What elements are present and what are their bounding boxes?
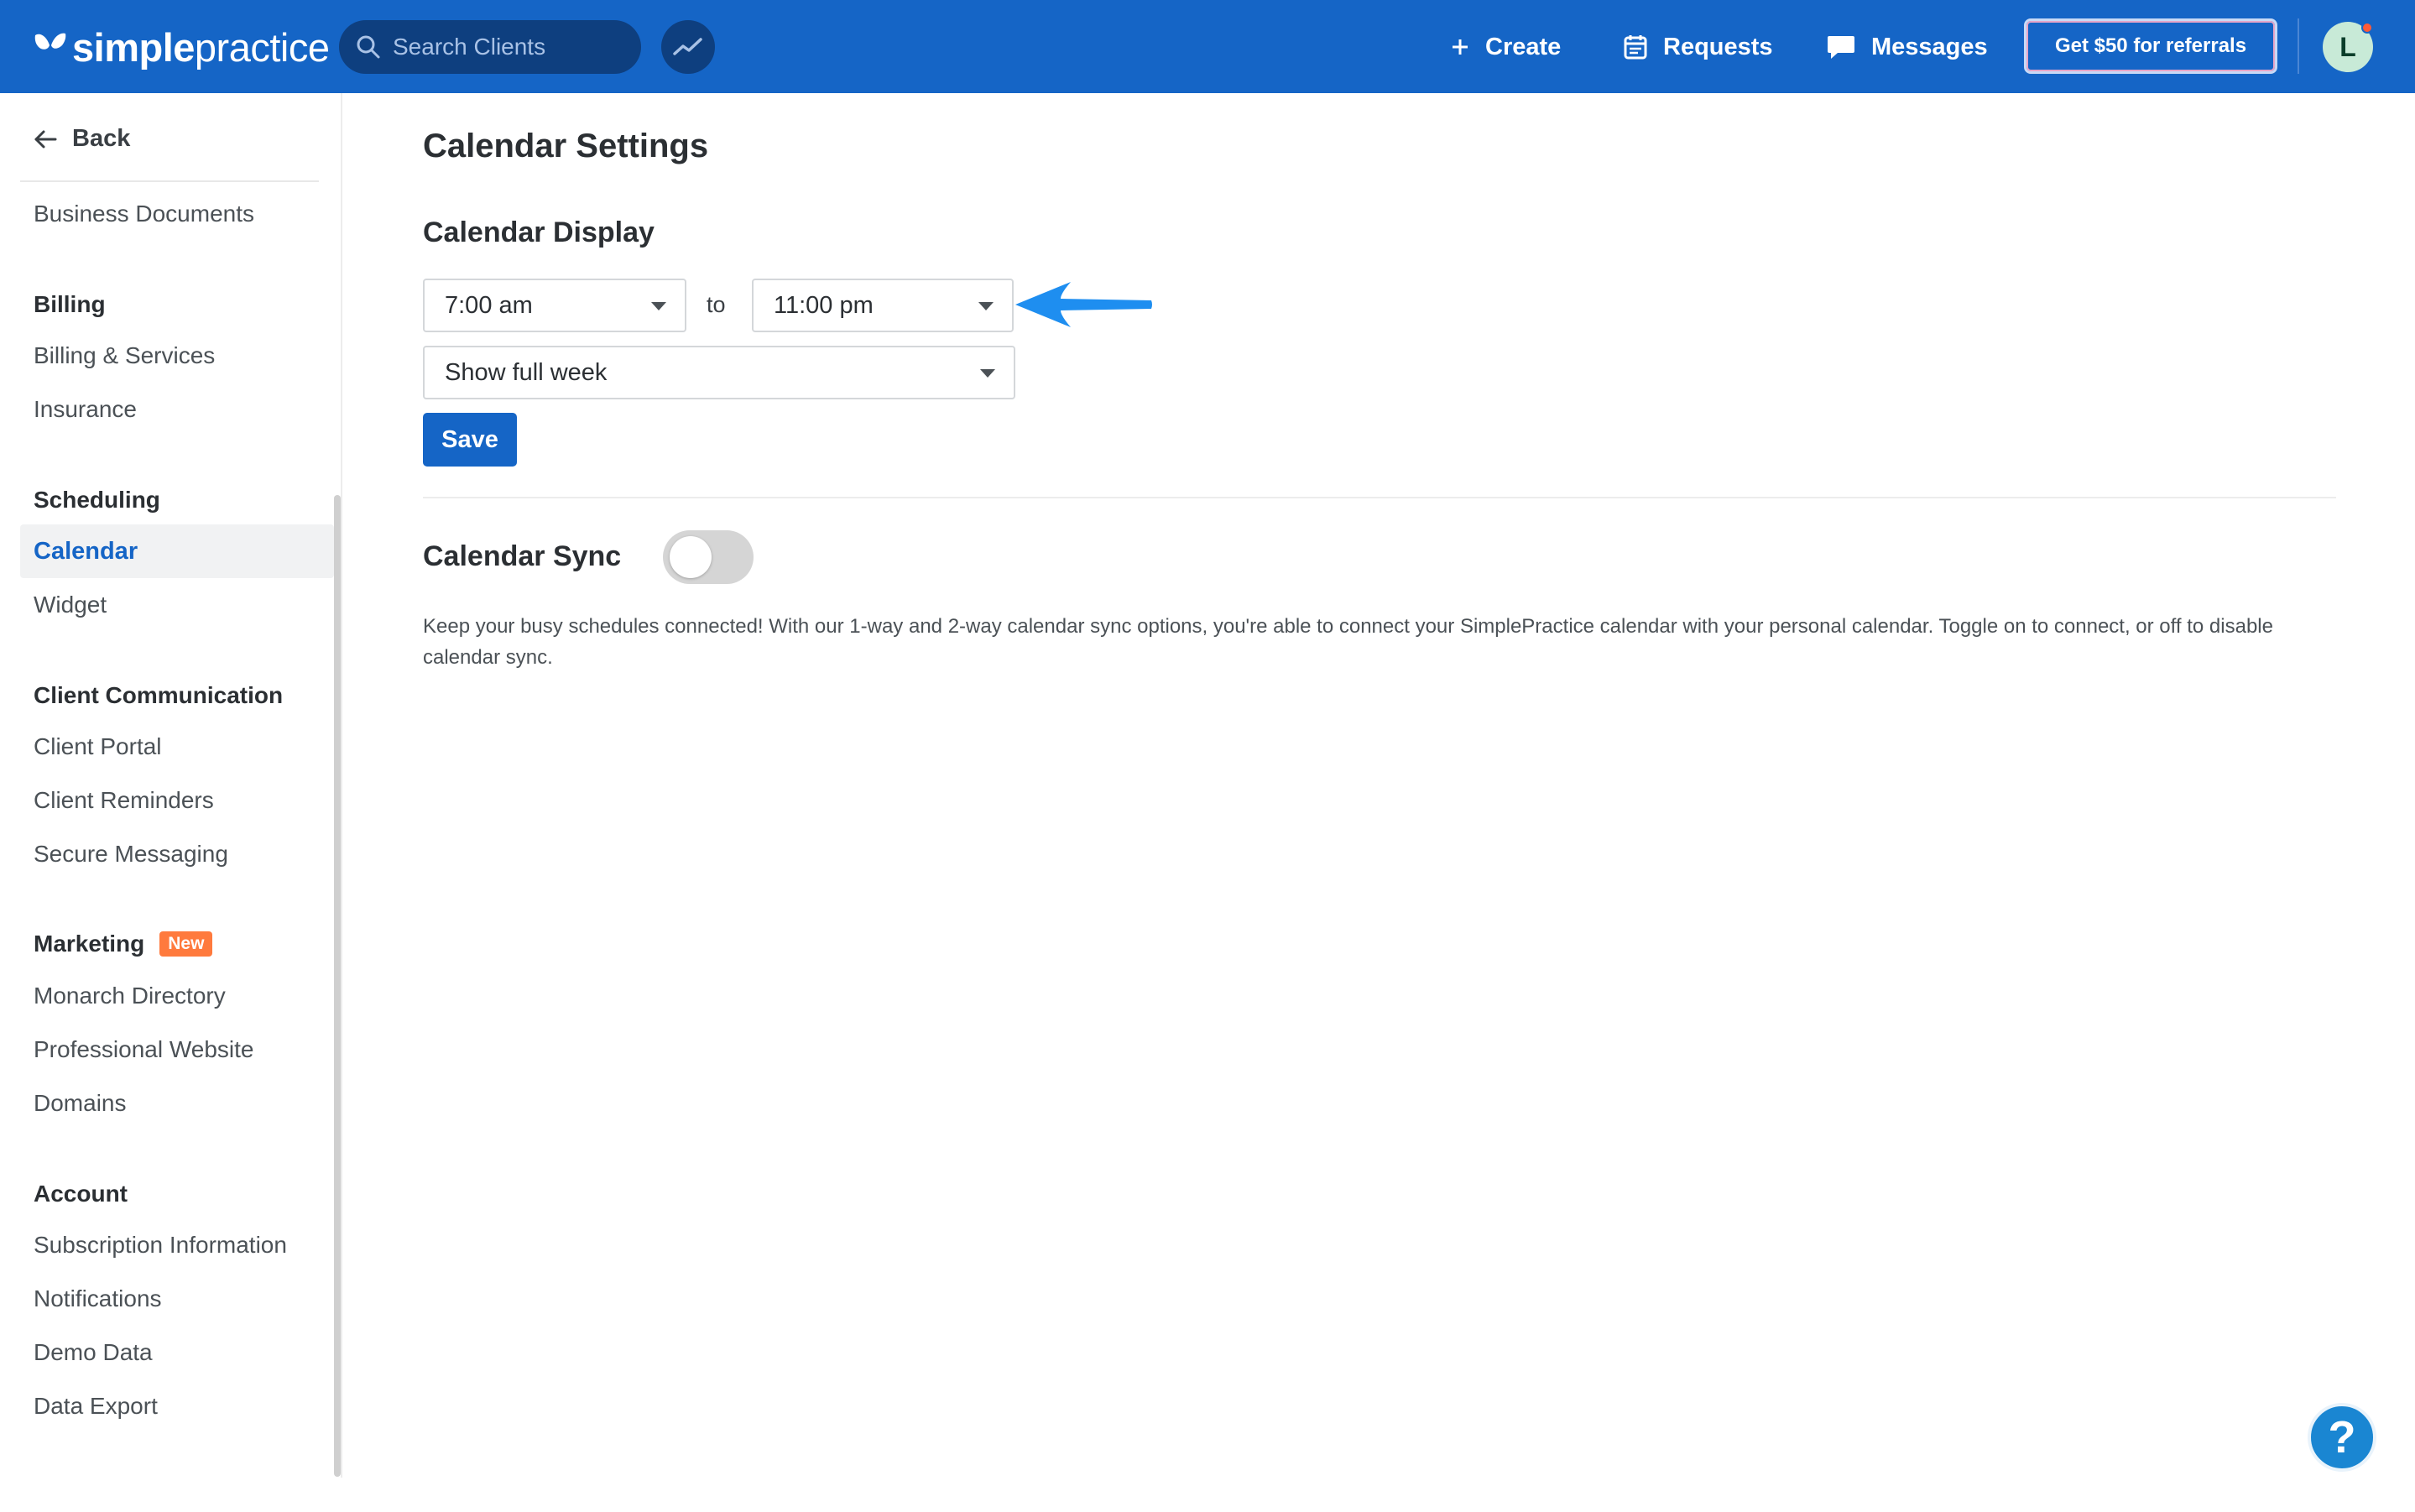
messages-button[interactable]: Messages [1826, 25, 1988, 69]
chat-bubble-icon [1828, 36, 1854, 59]
create-label: Create [1485, 33, 1562, 60]
back-link[interactable]: Back [34, 125, 130, 153]
sidebar-item-data-export[interactable]: Data Export [34, 1393, 158, 1420]
week-view-select[interactable]: Show full week [423, 346, 1015, 399]
annotation-arrow-icon [1015, 282, 1152, 327]
requests-label: Requests [1663, 33, 1773, 60]
sidebar-item-subscription-information[interactable]: Subscription Information [34, 1232, 287, 1259]
sidebar-item-widget[interactable]: Widget [34, 592, 107, 618]
help-icon: ? [2328, 1412, 2356, 1462]
sidebar-heading-billing: Billing [34, 291, 106, 317]
referral-label: Get $50 for referrals [2054, 34, 2247, 57]
sidebar-item-professional-website[interactable]: Professional Website [34, 1036, 254, 1063]
calendar-sync-toggle[interactable] [663, 530, 754, 584]
search-input[interactable] [393, 34, 628, 60]
section-divider [423, 497, 2336, 498]
avatar-initial: L [2339, 31, 2356, 62]
sidebar-item-client-reminders[interactable]: Client Reminders [34, 787, 214, 814]
sidebar-item-business-documents[interactable]: Business Documents [34, 201, 254, 227]
start-time-select[interactable]: 7:00 am [423, 279, 686, 332]
butterfly-logo-icon [34, 33, 66, 50]
sidebar-heading-account: Account [34, 1181, 128, 1207]
arrow-left-icon [34, 130, 57, 148]
create-button[interactable]: Create [1450, 25, 1561, 69]
page-title: Calendar Settings [423, 128, 709, 164]
notification-dot [2361, 22, 2373, 34]
logo[interactable]: simplepractice [32, 20, 330, 74]
sidebar-scrollbar[interactable] [334, 495, 341, 1477]
header-divider [2298, 18, 2299, 74]
save-button[interactable]: Save [423, 413, 517, 467]
avatar[interactable]: L [2323, 22, 2373, 72]
new-badge: New [159, 931, 213, 957]
marketing-heading-label: Marketing [34, 931, 145, 957]
chevron-down-icon [978, 302, 994, 310]
search-box[interactable] [339, 20, 641, 74]
toggle-knob [670, 536, 712, 578]
start-time-value: 7:00 am [445, 291, 533, 319]
sidebar-heading-client-communication: Client Communication [34, 682, 284, 708]
requests-button[interactable]: Requests [1623, 25, 1773, 69]
calendar-sync-description: Keep your busy schedules connected! With… [423, 615, 2273, 669]
trend-chart-icon [673, 38, 702, 55]
search-icon [357, 35, 380, 59]
end-time-value: 11:00 pm [774, 291, 874, 319]
sidebar-item-insurance[interactable]: Insurance [34, 396, 137, 423]
end-time-select[interactable]: 11:00 pm [752, 279, 1014, 332]
sidebar-heading-scheduling: Scheduling [34, 487, 160, 513]
sidebar-heading-marketing: Marketing New [34, 931, 213, 957]
chevron-down-icon [651, 302, 666, 310]
calendar-display-title: Calendar Display [423, 216, 655, 248]
brand-bold: simple [72, 24, 195, 70]
sidebar-item-domains[interactable]: Domains [34, 1090, 126, 1117]
brand-light: practice [194, 24, 330, 70]
back-label: Back [72, 125, 131, 152]
sidebar-item-notifications[interactable]: Notifications [34, 1285, 162, 1312]
messages-label: Messages [1871, 33, 1988, 60]
sidebar-item-calendar[interactable]: Calendar [20, 524, 334, 578]
to-label: to [707, 292, 726, 317]
sidebar-divider [20, 180, 319, 182]
week-view-value: Show full week [445, 358, 608, 386]
sidebar-item-demo-data[interactable]: Demo Data [34, 1339, 153, 1366]
calendar-icon [1624, 35, 1647, 60]
sidebar-item-secure-messaging[interactable]: Secure Messaging [34, 841, 228, 868]
settings-sidebar: Back Business Documents Billing Billing … [0, 93, 342, 1478]
sidebar-item-billing-services[interactable]: Billing & Services [34, 342, 215, 369]
referral-button[interactable]: Get $50 for referrals [2024, 18, 2277, 74]
plus-icon [1453, 39, 1468, 55]
calendar-sync-title: Calendar Sync [423, 540, 622, 572]
insights-button[interactable] [661, 20, 715, 74]
top-navigation-bar: simplepractice Create Requests [0, 0, 2415, 93]
chevron-down-icon [980, 369, 995, 378]
sidebar-item-calendar-label: Calendar [34, 537, 138, 565]
sidebar-item-monarch-directory[interactable]: Monarch Directory [34, 983, 226, 1009]
help-button[interactable]: ? [2308, 1403, 2376, 1472]
sidebar-item-client-portal[interactable]: Client Portal [34, 733, 162, 760]
